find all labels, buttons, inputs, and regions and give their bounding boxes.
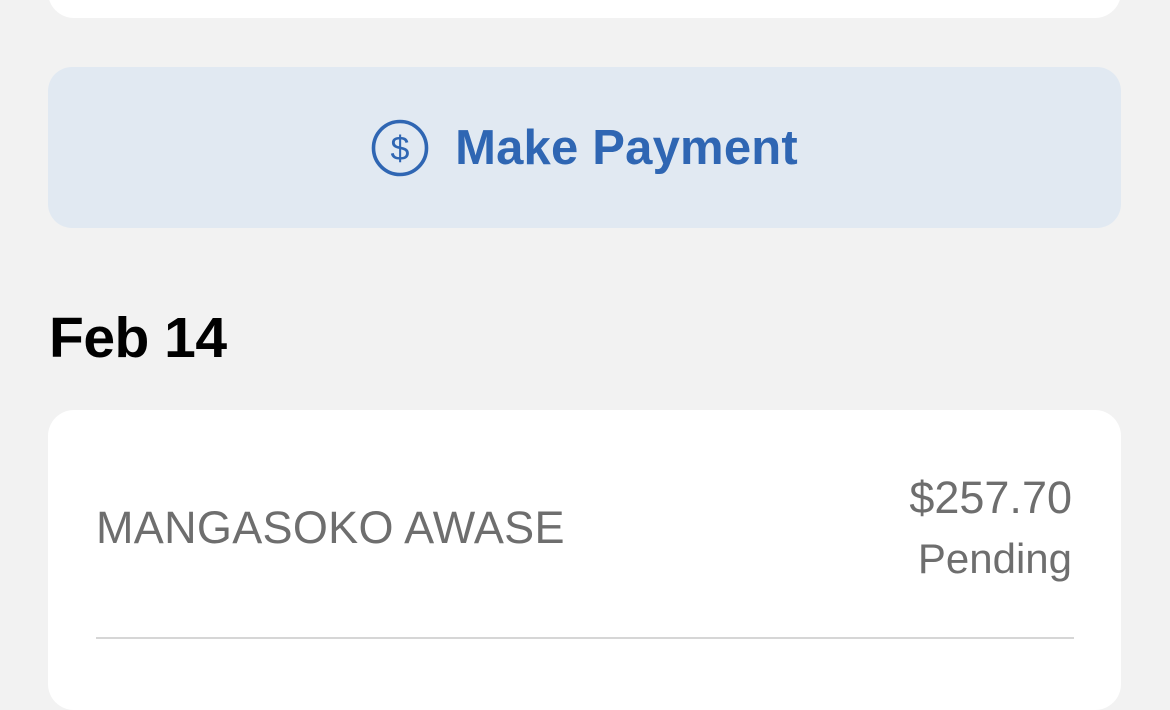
merchant-name: MANGASOKO AWASE: [96, 502, 565, 553]
transaction-status: Pending: [917, 535, 1072, 582]
previous-card: [48, 0, 1121, 18]
transaction-row[interactable]: MANGASOKO AWASE $257.70 Pending: [48, 410, 1121, 638]
make-payment-button[interactable]: $ Make Payment: [48, 67, 1121, 228]
make-payment-label: Make Payment: [455, 120, 798, 175]
date-heading: Feb 14: [49, 306, 227, 370]
transaction-amount: $257.70: [909, 472, 1072, 523]
svg-text:$: $: [391, 130, 410, 168]
row-divider: [96, 637, 1074, 639]
transactions-card: MANGASOKO AWASE $257.70 Pending: [48, 410, 1121, 710]
dollar-circle-icon: $: [371, 119, 429, 177]
